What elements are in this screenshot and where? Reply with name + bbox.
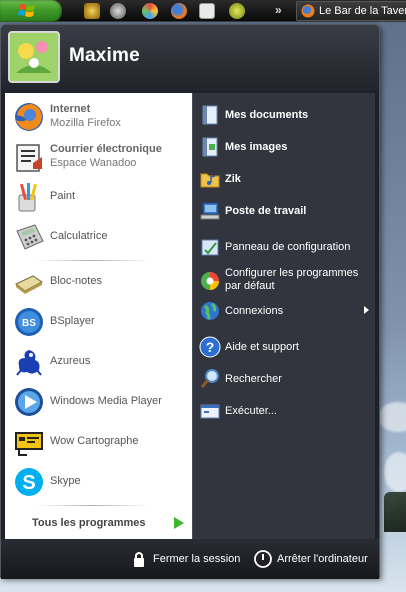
system-item-connections[interactable]: Connexions bbox=[197, 297, 373, 325]
paint-icon bbox=[13, 181, 45, 213]
left-pane: Internet Mozilla Firefox Courrier électr… bbox=[5, 93, 192, 539]
system-item-label-line2: par défaut bbox=[225, 280, 275, 292]
all-programs-arrow-icon[interactable] bbox=[173, 516, 185, 533]
search-icon bbox=[199, 368, 221, 390]
system-item-label: Aide et support bbox=[225, 341, 299, 353]
system-item-search[interactable]: Rechercher bbox=[197, 365, 373, 393]
place-item-label: Poste de travail bbox=[225, 205, 307, 217]
counter-strike-icon[interactable] bbox=[199, 3, 215, 19]
recent-item-label: Bloc-notes bbox=[50, 275, 102, 287]
power-icon bbox=[253, 549, 273, 569]
start-menu: Maxime Internet Mozilla Firefox Courrier… bbox=[0, 24, 380, 579]
pinned-item-subtitle: Mozilla Firefox bbox=[50, 117, 121, 129]
default-programs-icon bbox=[199, 270, 221, 292]
recent-item-azureus[interactable]: Azureus bbox=[9, 343, 189, 379]
azureus-icon bbox=[13, 346, 45, 378]
svg-text:S: S bbox=[22, 472, 35, 494]
place-item-label: Mes documents bbox=[225, 109, 309, 121]
svg-text:BS: BS bbox=[22, 318, 36, 329]
recent-item-label: Wow Cartographe bbox=[50, 435, 139, 447]
recent-item-media-player[interactable]: Windows Media Player bbox=[9, 383, 189, 419]
place-item-computer[interactable]: Poste de travail bbox=[197, 197, 373, 225]
pinned-item-subtitle: Espace Wanadoo bbox=[50, 157, 137, 169]
pinned-item-title: Courrier électronique bbox=[50, 143, 162, 155]
place-item-documents[interactable]: Mes documents bbox=[197, 101, 373, 129]
system-item-label: Exécuter... bbox=[225, 405, 277, 417]
shutdown-label: Arrêter l'ordinateur bbox=[277, 553, 368, 565]
system-item-label: Panneau de configuration bbox=[225, 241, 351, 253]
system-item-run[interactable]: Exécuter... bbox=[197, 397, 373, 425]
music-folder-icon bbox=[199, 168, 221, 190]
connections-icon bbox=[199, 300, 221, 322]
firefox-icon bbox=[301, 4, 315, 20]
logoff-label: Fermer la session bbox=[153, 553, 241, 565]
place-item-pictures[interactable]: Mes images bbox=[197, 133, 373, 161]
wow-cartographer-icon bbox=[13, 426, 45, 458]
system-item-label: Rechercher bbox=[225, 373, 282, 385]
place-item-zik[interactable]: Zik bbox=[197, 165, 373, 193]
recent-item-paint[interactable]: Paint bbox=[9, 178, 189, 214]
right-pane: Mes documents Mes images Zik Poste de tr… bbox=[192, 93, 375, 539]
submenu-arrow-icon bbox=[364, 306, 369, 314]
start-menu-footer: Fermer la session Arrêter l'ordinateur bbox=[1, 539, 379, 579]
computer-icon bbox=[199, 200, 221, 222]
notepad-icon bbox=[13, 266, 45, 298]
pinned-item-mail[interactable]: Courrier électronique Espace Wanadoo bbox=[9, 138, 189, 174]
calculator-icon bbox=[13, 221, 45, 253]
start-menu-header: Maxime bbox=[1, 25, 379, 91]
bsplayer-icon: BS bbox=[13, 306, 45, 338]
system-item-control-panel[interactable]: Panneau de configuration bbox=[197, 233, 373, 261]
recent-item-label: Calculatrice bbox=[50, 230, 108, 242]
help-icon: ? bbox=[199, 336, 221, 358]
dollar-icon[interactable] bbox=[229, 3, 245, 19]
pinned-item-internet[interactable]: Internet Mozilla Firefox bbox=[9, 98, 189, 134]
recent-item-notepad[interactable]: Bloc-notes bbox=[9, 263, 189, 299]
recent-item-label: Azureus bbox=[50, 355, 91, 367]
left-separator bbox=[35, 505, 150, 506]
place-item-label: Zik bbox=[225, 173, 241, 185]
firefox-icon bbox=[13, 101, 45, 133]
run-icon bbox=[199, 400, 221, 422]
fan-icon[interactable] bbox=[142, 3, 158, 19]
user-avatar[interactable] bbox=[8, 31, 60, 83]
recent-item-label: BSplayer bbox=[50, 315, 95, 327]
recent-item-wow-cartographer[interactable]: Wow Cartographe bbox=[9, 423, 189, 459]
system-item-help[interactable]: ? Aide et support bbox=[197, 333, 373, 361]
tray-overflow-chevron[interactable]: » bbox=[275, 3, 282, 17]
lock-icon bbox=[129, 549, 149, 569]
control-panel-icon bbox=[199, 236, 221, 258]
windows-logo-icon bbox=[18, 4, 35, 17]
media-player-icon bbox=[13, 386, 45, 418]
taskbar: » Le Bar de la Taverne bbox=[0, 0, 406, 22]
documents-icon bbox=[199, 104, 221, 126]
recent-item-skype[interactable]: S Skype bbox=[9, 463, 189, 499]
system-item-label: Configurer les programmes par défaut bbox=[225, 267, 358, 293]
steam-icon[interactable] bbox=[110, 3, 126, 19]
pictures-icon bbox=[199, 136, 221, 158]
taskbar-task-button[interactable]: Le Bar de la Taverne bbox=[296, 1, 406, 21]
mail-icon bbox=[13, 141, 45, 173]
recent-item-label: Paint bbox=[50, 190, 76, 202]
recent-item-bsplayer[interactable]: BS BSplayer bbox=[9, 303, 189, 339]
start-button[interactable] bbox=[0, 0, 62, 22]
left-separator bbox=[35, 260, 150, 261]
taskbar-task-label: Le Bar de la Taverne bbox=[319, 5, 406, 17]
system-item-default-programs[interactable]: Configurer les programmes par défaut bbox=[197, 265, 373, 297]
recent-item-label: Windows Media Player bbox=[50, 395, 162, 407]
pinned-item-title: Internet bbox=[50, 103, 91, 115]
place-item-label: Mes images bbox=[225, 141, 288, 153]
all-programs-label[interactable]: Tous les programmes bbox=[32, 517, 146, 529]
recent-item-label: Skype bbox=[50, 475, 81, 487]
skype-icon: S bbox=[13, 466, 45, 498]
warcraft-icon[interactable] bbox=[84, 3, 100, 19]
svg-text:?: ? bbox=[206, 339, 215, 355]
system-item-label: Connexions bbox=[225, 305, 284, 317]
recent-item-calculator[interactable]: Calculatrice bbox=[9, 218, 189, 254]
firefox-icon[interactable] bbox=[171, 3, 187, 19]
user-name: Maxime bbox=[69, 45, 140, 66]
system-item-label-line1: Configurer les programmes bbox=[225, 267, 359, 279]
